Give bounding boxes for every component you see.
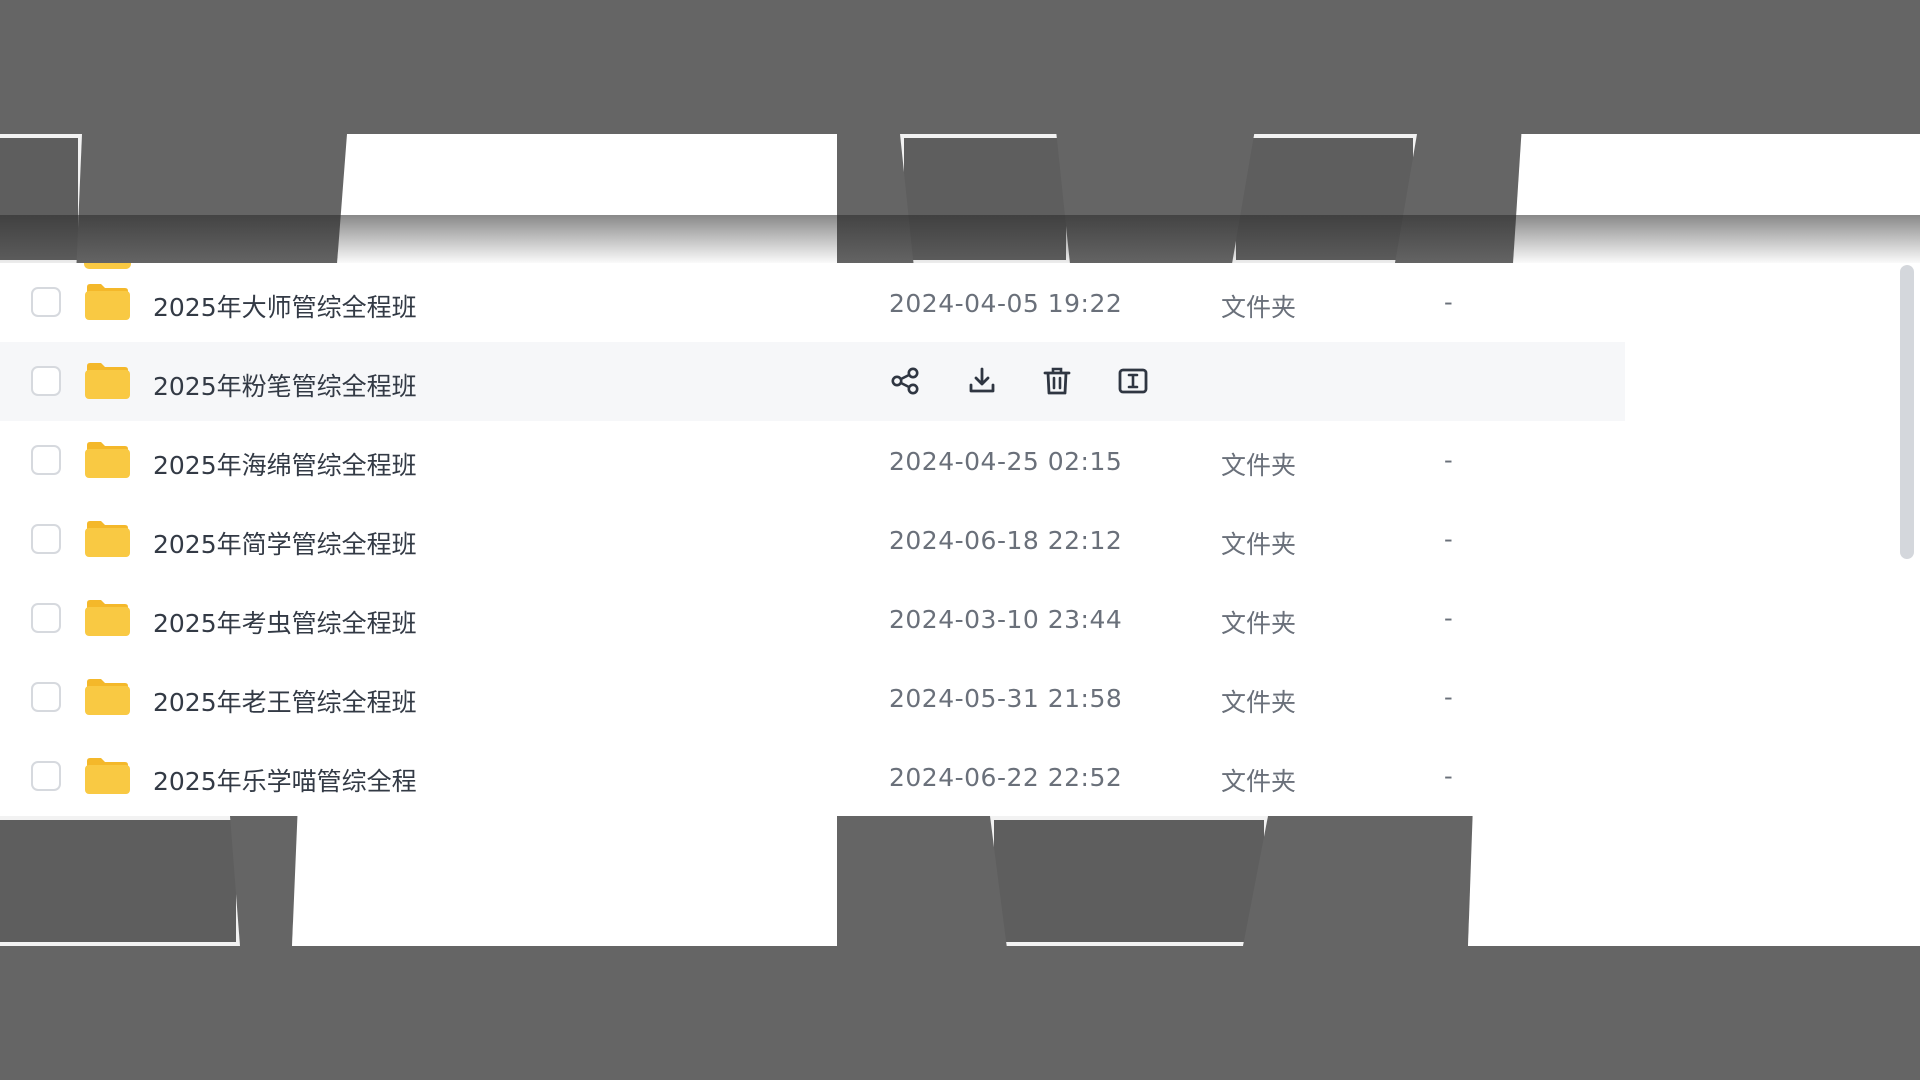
file-type: 文件夹 [1221, 293, 1297, 322]
modified-date: 2024-06-18 22:12 [889, 526, 1123, 555]
screen: 2025年大师管综全程班 2024-04-05 19:22 文件夹 - 2025年粉笔管… [0, 0, 1920, 1080]
file-name[interactable]: 2025年大师管综全程班 [153, 288, 417, 324]
folder-icon [84, 520, 131, 558]
file-name[interactable]: 2025年考虫管综全程班 [153, 604, 417, 640]
folder-icon [84, 362, 131, 400]
modified-date: 2024-05-31 21:58 [889, 684, 1123, 713]
row-checkbox[interactable] [31, 603, 61, 633]
file-size: - [1444, 288, 1453, 316]
decorative-bottom-band [0, 816, 1920, 946]
decorative-frame-shape [1513, 134, 1920, 264]
row-checkbox[interactable] [31, 682, 61, 712]
file-row[interactable]: 2025年乐学喵管综全程 2024-06-22 22:52 文件夹 - [0, 737, 1625, 816]
row-checkbox[interactable] [31, 524, 61, 554]
row-checkbox[interactable] [31, 761, 61, 791]
scrollbar[interactable] [1894, 263, 1920, 816]
file-name[interactable]: 2025年老王管综全程班 [153, 683, 417, 719]
decorative-frame-shape [0, 816, 240, 946]
row-checkbox[interactable] [31, 287, 61, 317]
scrollbar-thumb[interactable] [1900, 265, 1914, 559]
file-name[interactable]: 2025年简学管综全程班 [153, 525, 417, 561]
file-size: - [1444, 604, 1453, 632]
decorative-frame-shape [1468, 816, 1920, 946]
file-row[interactable]: 2025年海绵管综全程班 2024-04-25 02:15 文件夹 - [0, 421, 1625, 500]
modified-date: 2024-03-10 23:44 [889, 605, 1123, 634]
modified-date: 2024-04-05 19:22 [889, 289, 1123, 318]
folder-icon [84, 678, 131, 716]
folder-icon [84, 283, 131, 321]
folder-icon [84, 441, 131, 479]
decorative-frame-shape [0, 134, 82, 264]
modified-date: 2024-06-22 22:52 [889, 763, 1123, 792]
file-type: 文件夹 [1221, 451, 1297, 480]
share-icon[interactable] [889, 364, 923, 398]
folder-icon [84, 757, 131, 795]
decorative-frame-shape [1232, 134, 1417, 264]
file-name[interactable]: 2025年粉笔管综全程班 [153, 367, 417, 403]
file-type: 文件夹 [1221, 767, 1297, 796]
trash-icon[interactable] [1040, 364, 1074, 398]
decorative-frame-shape [337, 134, 837, 264]
row-checkbox[interactable] [31, 366, 61, 396]
file-row[interactable]: 2025年粉笔管综全程班 [0, 342, 1625, 421]
file-row[interactable]: 2025年简学管综全程班 2024-06-18 22:12 文件夹 - [0, 500, 1625, 579]
row-checkbox[interactable] [31, 445, 61, 475]
file-size: - [1444, 762, 1453, 790]
decorative-frame-shape [900, 134, 1070, 264]
file-name[interactable]: 2025年海绵管综全程班 [153, 446, 417, 482]
decorative-top-band [0, 134, 1920, 264]
file-row[interactable]: 2025年考虫管综全程班 2024-03-10 23:44 文件夹 - [0, 579, 1625, 658]
file-type: 文件夹 [1221, 609, 1297, 638]
rename-icon[interactable] [1116, 364, 1150, 398]
file-size: - [1444, 683, 1453, 711]
folder-icon [84, 599, 131, 637]
file-list-panel: 2025年大师管综全程班 2024-04-05 19:22 文件夹 - 2025年粉笔管… [0, 263, 1920, 816]
download-icon[interactable] [965, 364, 999, 398]
file-size: - [1444, 446, 1453, 474]
file-name[interactable]: 2025年乐学喵管综全程 [153, 762, 417, 798]
decorative-frame-shape [990, 816, 1268, 946]
file-row[interactable]: 2025年老王管综全程班 2024-05-31 21:58 文件夹 - [0, 658, 1625, 737]
file-type: 文件夹 [1221, 530, 1297, 559]
decorative-frame-shape [292, 816, 837, 946]
file-size: - [1444, 525, 1453, 553]
file-type: 文件夹 [1221, 688, 1297, 717]
modified-date: 2024-04-25 02:15 [889, 447, 1123, 476]
file-row[interactable]: 2025年大师管综全程班 2024-04-05 19:22 文件夹 - [0, 263, 1625, 342]
